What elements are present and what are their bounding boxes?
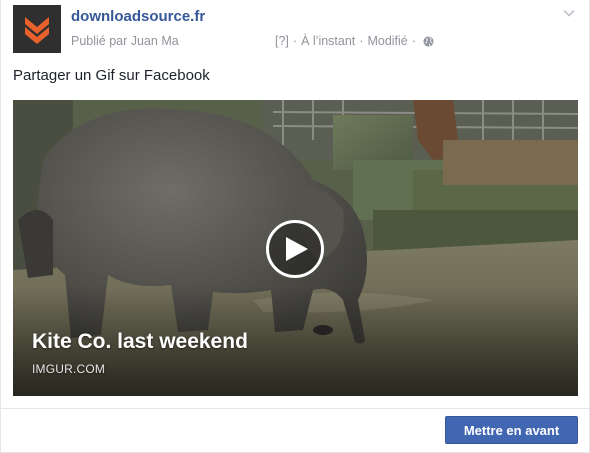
gif-preview[interactable]: Kite Co. last weekend IMGUR.COM bbox=[13, 100, 578, 396]
media-title[interactable]: Kite Co. last weekend bbox=[32, 330, 248, 354]
page-name-link[interactable]: downloadsource.fr bbox=[71, 8, 205, 25]
meta-separator: · bbox=[292, 34, 298, 48]
post-card: downloadsource.fr Publié par Juan Ma [?]… bbox=[0, 0, 590, 453]
page-avatar[interactable] bbox=[13, 5, 61, 53]
globe-icon[interactable] bbox=[423, 35, 434, 47]
post-header: downloadsource.fr Publié par Juan Ma [?]… bbox=[13, 5, 579, 53]
published-by[interactable]: Publié par Juan Ma bbox=[71, 34, 179, 48]
media-source: IMGUR.COM bbox=[32, 362, 106, 376]
download-logo-icon bbox=[13, 5, 61, 53]
chevron-down-icon[interactable] bbox=[563, 9, 575, 17]
play-icon bbox=[286, 237, 308, 261]
play-button[interactable] bbox=[266, 220, 324, 278]
post-meta: [?] · À l’instant · Modifié · bbox=[275, 34, 434, 48]
help-marker[interactable]: [?] bbox=[275, 34, 289, 48]
boost-post-button[interactable]: Mettre en avant bbox=[445, 416, 578, 444]
post-message: Partager un Gif sur Facebook bbox=[13, 67, 210, 84]
meta-separator: · bbox=[359, 34, 364, 48]
post-timestamp[interactable]: À l’instant bbox=[301, 34, 355, 48]
edited-label[interactable]: Modifié bbox=[367, 34, 407, 48]
meta-separator: · bbox=[411, 34, 416, 48]
footer-divider bbox=[1, 408, 590, 409]
